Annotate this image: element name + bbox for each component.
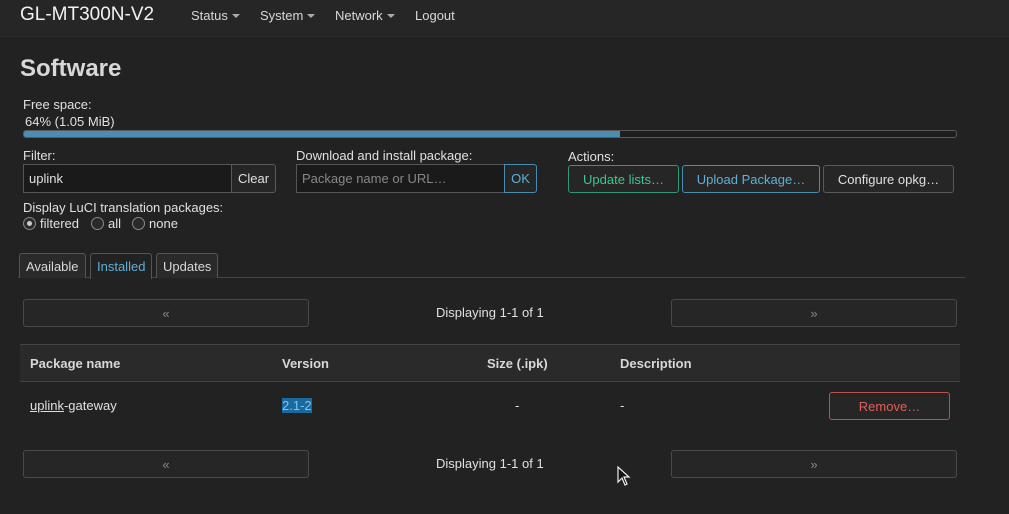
radio-all-label: all [108, 216, 122, 231]
translation-label: Display LuCI translation packages: [23, 200, 224, 215]
column-header-description: Description [620, 356, 692, 371]
table-header: Package name Version Size (.ipk) Descrip… [20, 344, 960, 382]
radio-none-label: none [149, 216, 178, 231]
chevron-down-icon [231, 13, 240, 18]
nav-network-label: Network [335, 8, 383, 23]
pager-prev-button-bottom[interactable]: « [23, 450, 309, 478]
download-label: Download and install package: [296, 148, 473, 163]
pager-next-button-bottom[interactable]: » [671, 450, 957, 478]
clear-filter-button[interactable]: Clear [231, 164, 276, 193]
filter-input[interactable] [23, 164, 232, 193]
radio-filtered[interactable]: filtered [23, 216, 79, 231]
pager-next-button[interactable]: » [671, 299, 957, 327]
free-space-progress-fill [24, 131, 621, 137]
actions-label: Actions: [568, 149, 615, 164]
radio-unchecked-icon [132, 217, 145, 231]
nav-status-menu[interactable]: Status [191, 8, 240, 23]
tab-installed[interactable]: Installed [90, 253, 153, 279]
brand-title[interactable]: GL-MT300N-V2 [20, 4, 154, 26]
top-navbar: GL-MT300N-V2 Status System Network Logou… [0, 0, 1009, 37]
radio-none[interactable]: none [132, 216, 178, 231]
column-header-package-name: Package name [30, 356, 121, 371]
pager-status-text: Displaying 1-1 of 1 [436, 305, 544, 320]
radio-filtered-label: filtered [40, 216, 80, 231]
free-space-progress-bar [23, 130, 957, 138]
upload-package-button[interactable]: Upload Package… [682, 165, 820, 193]
package-name-match: uplink [30, 398, 64, 413]
radio-all[interactable]: all [91, 216, 121, 231]
package-name-rest: -gateway [63, 398, 117, 413]
nav-network-menu[interactable]: Network [335, 8, 395, 23]
radio-unchecked-icon [91, 217, 104, 231]
filter-label: Filter: [23, 148, 56, 163]
description-cell: - [620, 398, 625, 413]
column-header-version: Version [282, 356, 329, 371]
chevron-down-icon [386, 13, 395, 18]
pager-status-text-bottom: Displaying 1-1 of 1 [436, 456, 544, 471]
tab-available[interactable]: Available [19, 253, 86, 278]
nav-system-menu[interactable]: System [260, 8, 316, 23]
chevron-down-icon [307, 13, 316, 18]
nav-logout-link[interactable]: Logout [415, 8, 455, 23]
column-header-size: Size (.ipk) [487, 356, 548, 371]
pager-prev-button[interactable]: « [23, 299, 309, 327]
nav-status-label: Status [191, 8, 228, 23]
free-space-value: 64% (1.05 MiB) [25, 114, 115, 129]
version-cell: 2.1-2 [282, 398, 312, 413]
configure-opkg-button[interactable]: Configure opkg… [823, 165, 954, 193]
radio-checked-icon [23, 217, 36, 231]
mouse-pointer-icon [617, 466, 631, 486]
size-cell: - [515, 398, 520, 413]
update-lists-button[interactable]: Update lists… [568, 165, 679, 193]
package-url-input[interactable] [296, 164, 505, 193]
package-name-cell: uplink-gateway [30, 398, 117, 413]
install-ok-button[interactable]: OK [504, 164, 537, 193]
remove-package-button[interactable]: Remove… [829, 392, 950, 420]
page-title: Software [20, 55, 122, 82]
free-space-label: Free space: [23, 97, 92, 112]
tab-updates[interactable]: Updates [156, 253, 219, 278]
version-value: 2.1-2 [282, 398, 312, 413]
nav-system-label: System [260, 8, 304, 23]
